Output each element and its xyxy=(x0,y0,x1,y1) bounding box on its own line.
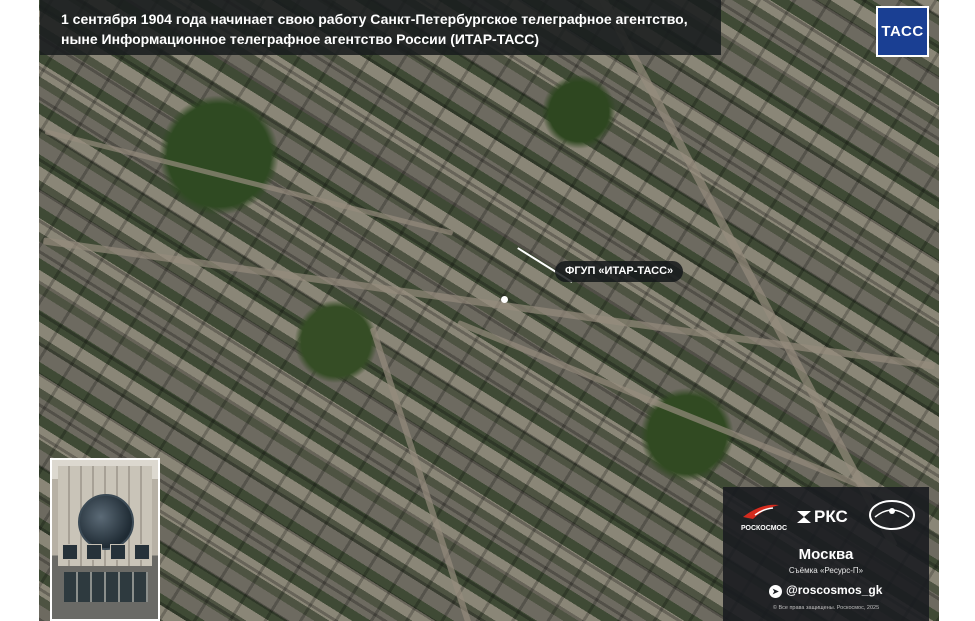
shot-credit: Съёмка «Ресурс-П» xyxy=(788,566,864,575)
info-panel: РОСКОСМОС РКС Москва Съёмка «Ресурс-П» ➤… xyxy=(723,487,929,621)
headline-line-1: 1 сентября 1904 года начинает свою работ… xyxy=(61,11,688,27)
road xyxy=(369,326,475,621)
globe-sculpture xyxy=(78,494,134,550)
telegram-icon: ➤ xyxy=(769,585,782,598)
rks-logo: РКС xyxy=(797,507,848,527)
ncoms-logo-icon xyxy=(869,500,915,530)
building-entrance xyxy=(64,572,148,602)
road xyxy=(44,129,454,236)
copyright: © Все права защищены. Роскосмос, 2025 xyxy=(772,605,880,611)
telegram-handle[interactable]: ➤ @roscosmos_gk xyxy=(769,583,882,598)
callout-label: ФГУП «ИТАР-ТАСС» xyxy=(555,261,684,282)
tass-logo-text: ТАСС xyxy=(881,23,924,40)
rks-label: РКС xyxy=(814,507,848,526)
building-photo xyxy=(50,458,160,621)
headline-banner: 1 сентября 1904 года начинает свою работ… xyxy=(40,0,721,55)
logo-row: РОСКОСМОС РКС xyxy=(723,497,929,537)
callout-dot xyxy=(501,296,508,303)
headline-line-2: ныне Информационное телеграфное агентств… xyxy=(61,31,540,47)
road xyxy=(42,237,936,370)
roscosmos-label: РОСКОСМОС xyxy=(740,525,788,532)
handle-text: @roscosmos_gk xyxy=(786,583,883,597)
road xyxy=(456,320,905,506)
roscosmos-logo-icon xyxy=(743,504,779,519)
facade-letters xyxy=(62,544,150,560)
rks-flag-icon xyxy=(797,511,811,523)
tass-logo: ТАСС xyxy=(876,6,929,57)
city-name: Москва xyxy=(798,546,854,563)
